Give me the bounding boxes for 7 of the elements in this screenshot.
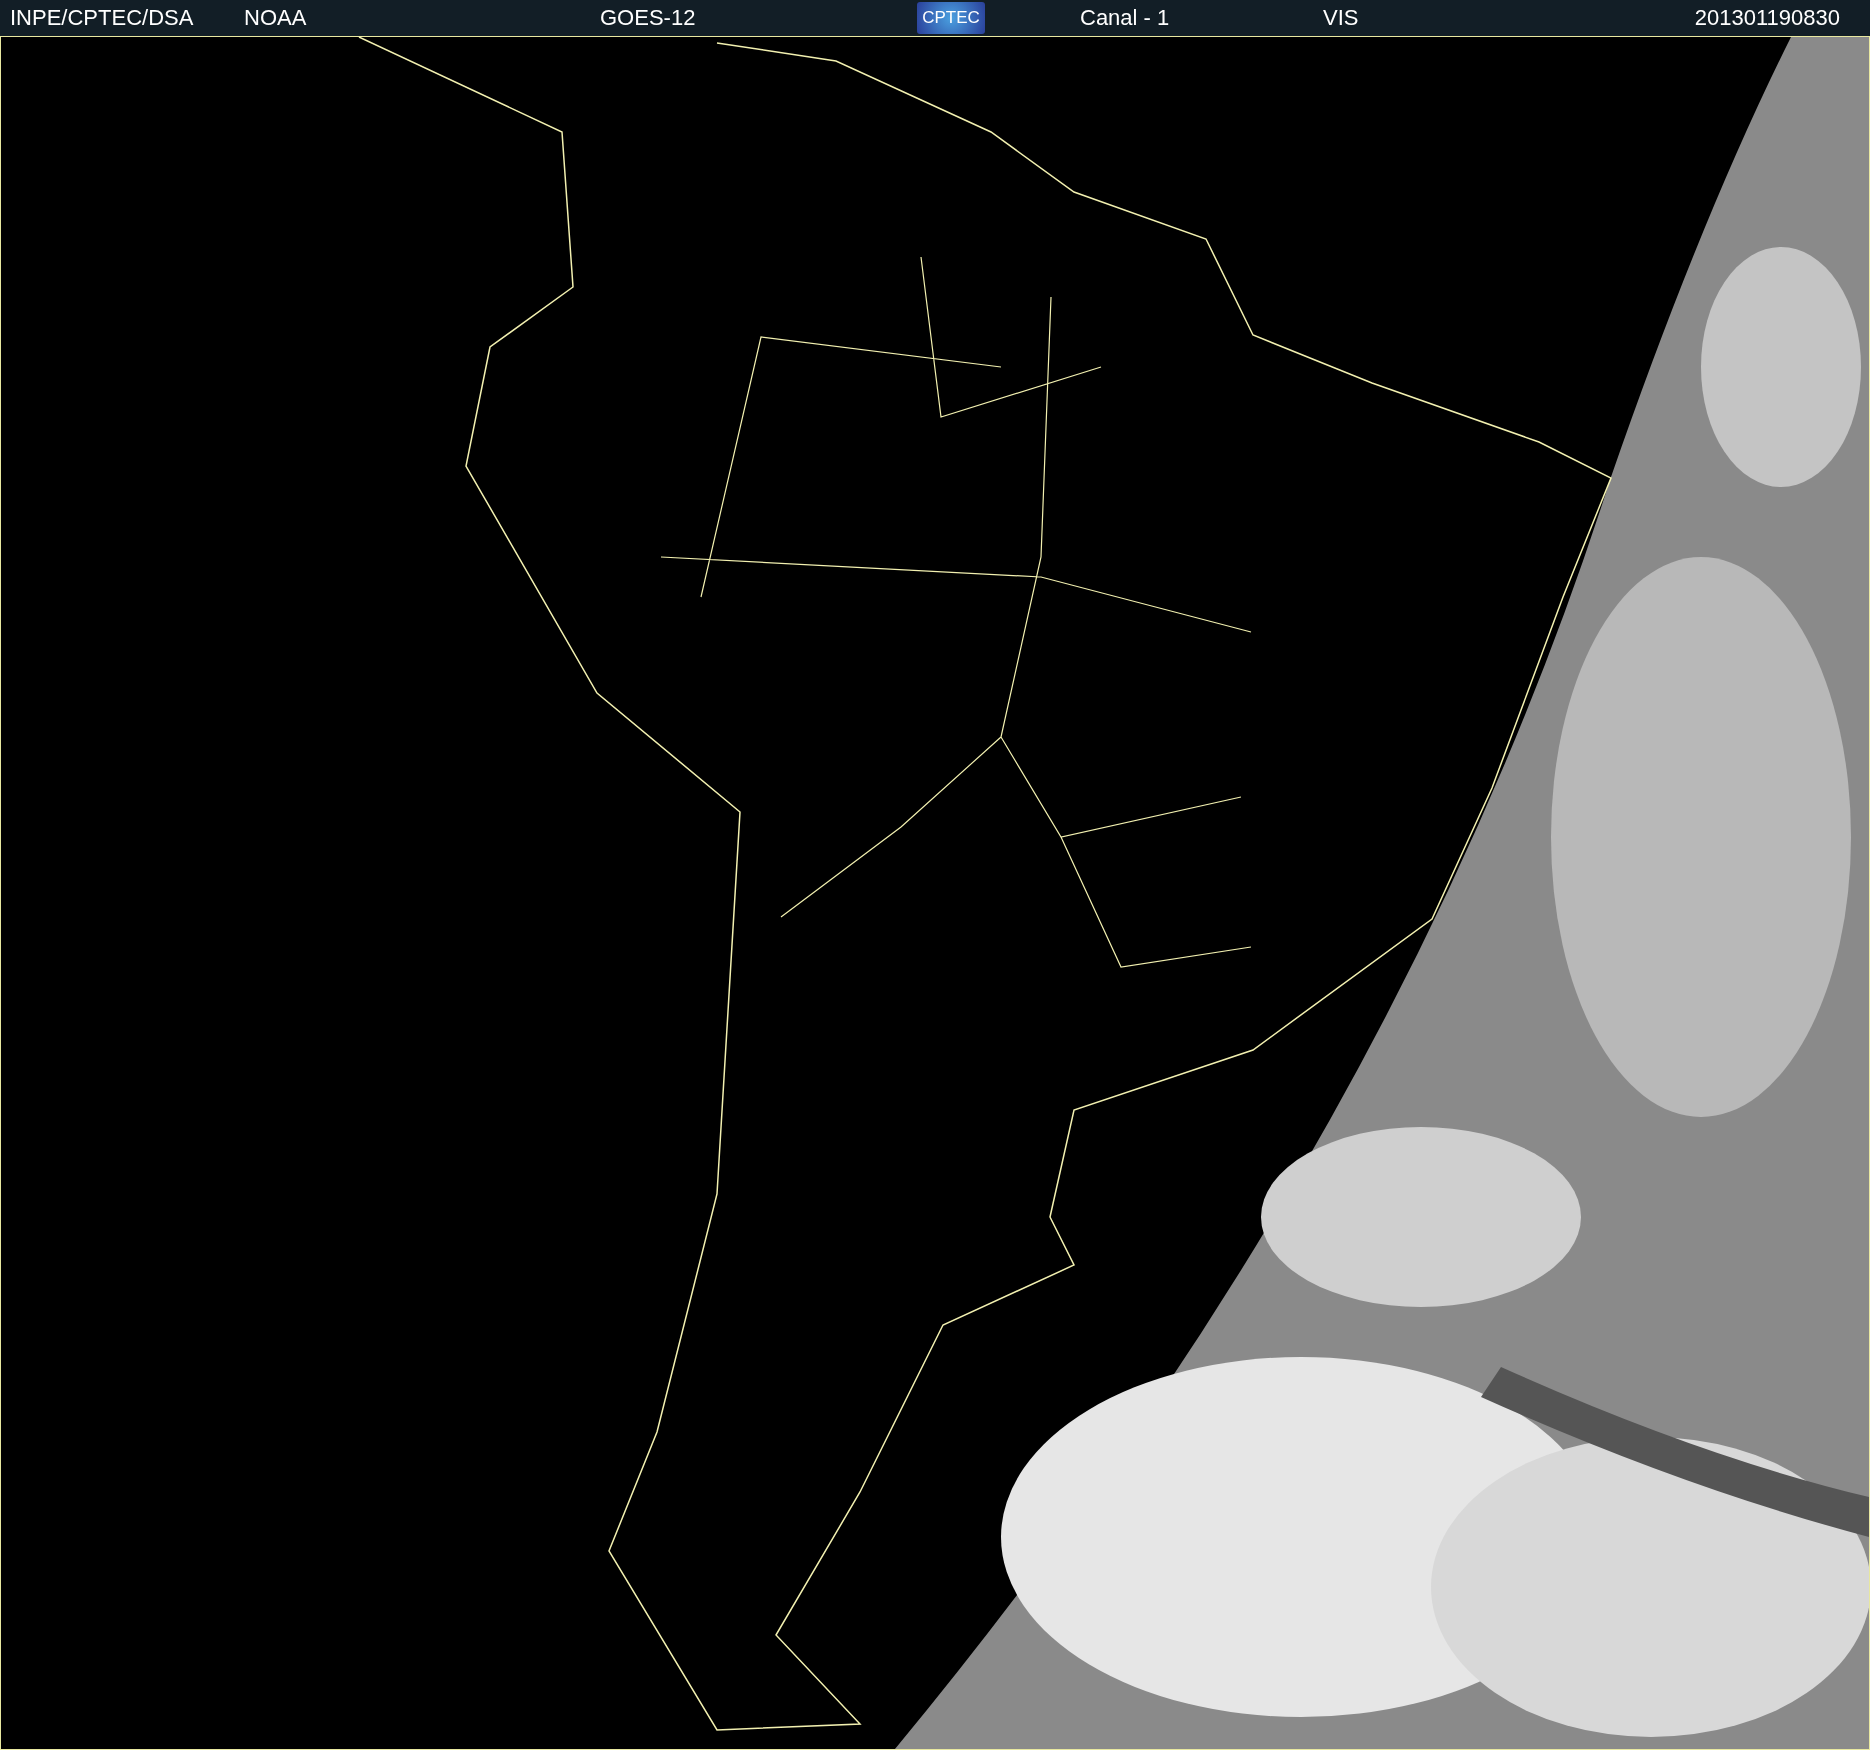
logo: CPTEC [917,2,985,34]
channel-label: Canal - 1 [1079,5,1171,31]
timestamp: 201301190830 [1694,5,1841,31]
source-label: INPE/CPTEC/DSA [9,5,195,31]
agency-label: NOAA [244,5,308,31]
band-label: VIS [1323,5,1360,31]
satellite-label: GOES-12 [600,5,697,31]
